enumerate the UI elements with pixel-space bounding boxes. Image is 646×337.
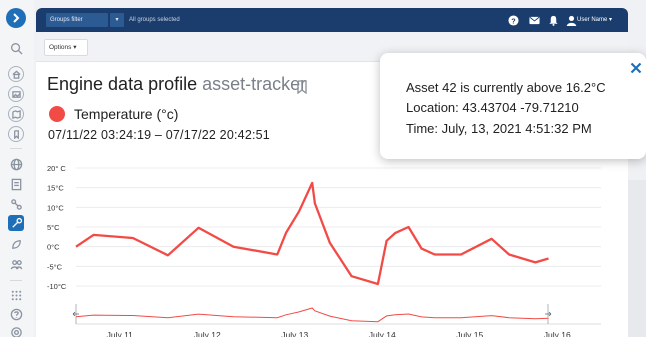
svg-text:?: ?	[511, 16, 516, 25]
alert-time: Time: July, 13, 2021 4:51:32 PM	[406, 121, 592, 136]
document-icon[interactable]	[8, 176, 24, 192]
page-title-text: Engine data profile	[47, 74, 198, 94]
groups-filter-caret[interactable]: ▾	[110, 13, 124, 27]
side-panel	[628, 180, 646, 337]
bell-icon[interactable]	[547, 14, 559, 26]
left-rail	[0, 0, 34, 337]
settings-icon[interactable]	[8, 324, 24, 337]
navigator-series-line	[75, 307, 549, 323]
alert-location: Location: 43.43704 -79.71210	[406, 100, 579, 115]
x-tick-label: July 16	[544, 330, 571, 337]
globe-icon[interactable]	[8, 156, 24, 172]
top-bar: Groups filter ▾ All groups selected ? Us…	[36, 8, 628, 32]
groups-selected-label: All groups selected	[129, 17, 180, 23]
x-tick-label: July 12	[194, 330, 221, 337]
tools-icon[interactable]	[8, 215, 24, 231]
y-tick-label: 20° C	[47, 164, 66, 173]
image-icon[interactable]	[8, 86, 24, 102]
series-legend-label: Temperature (°c)	[74, 106, 179, 122]
bookmark-icon[interactable]	[296, 80, 308, 95]
asset-alert-popup: Asset 42 is currently above 16.2°C Locat…	[380, 53, 646, 159]
grid-icon[interactable]	[8, 287, 24, 303]
date-range: 07/11/22 03:24:19 – 07/17/22 20:42:51	[48, 128, 270, 142]
user-icon[interactable]	[565, 14, 577, 26]
y-tick-label: -5°C	[47, 262, 63, 271]
mail-icon[interactable]	[528, 14, 540, 26]
rail-divider	[10, 280, 22, 281]
search-icon[interactable]	[8, 40, 24, 56]
help-icon[interactable]: ?	[507, 14, 519, 26]
rail-divider	[10, 148, 22, 149]
people-icon[interactable]	[8, 256, 24, 272]
expand-icon[interactable]	[6, 8, 26, 28]
asset-name: asset-tracker	[202, 74, 307, 94]
series-legend-dot[interactable]	[49, 106, 65, 122]
alert-message: Asset 42 is currently above 16.2°C	[406, 80, 606, 95]
link-icon[interactable]	[8, 196, 24, 212]
bookmark-icon[interactable]	[8, 126, 24, 142]
y-tick-label: 0°C	[47, 243, 60, 252]
close-icon[interactable]	[630, 61, 642, 74]
help-icon[interactable]	[8, 306, 24, 322]
x-tick-label: July 15	[456, 330, 483, 337]
x-tick-label: July 13	[281, 330, 308, 337]
groups-filter-dropdown[interactable]: Groups filter	[46, 13, 108, 27]
user-menu[interactable]: User Name ▾	[577, 13, 612, 27]
y-tick-label: 15°C	[47, 184, 64, 193]
options-button[interactable]: Options ▾	[44, 39, 88, 56]
home-icon[interactable]	[8, 66, 24, 82]
map-icon[interactable]	[8, 106, 24, 122]
temperature-chart: 20° C 15°C 10°C 5°C 0°C -5°C -10°C July 11 July …	[47, 164, 601, 337]
temperature-series-line	[75, 181, 549, 286]
leaf-icon[interactable]	[8, 236, 24, 252]
y-tick-label: 5°C	[47, 223, 60, 232]
y-tick-label: -10°C	[47, 282, 67, 291]
page-title: Engine data profile asset-tracker	[47, 74, 306, 95]
x-tick-label: July 14	[369, 330, 396, 337]
y-tick-label: 10°C	[47, 203, 64, 212]
x-tick-label: July 11	[107, 330, 134, 337]
